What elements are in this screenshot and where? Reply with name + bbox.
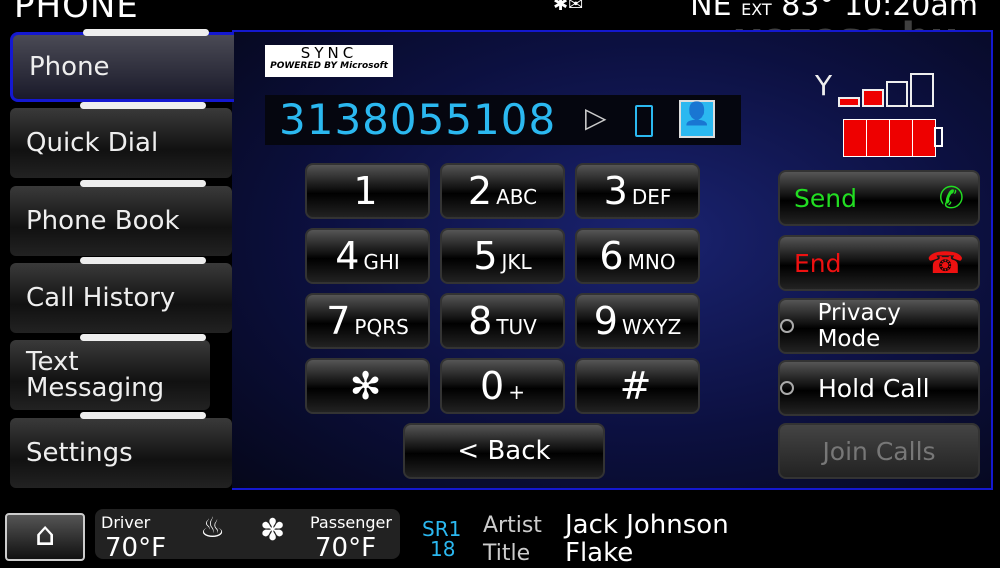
key-letters: GHI <box>363 250 400 274</box>
key-digit: ✻ <box>349 364 382 408</box>
logo-sub: POWERED BY Microsoft <box>270 61 388 71</box>
key-letters: + <box>508 380 525 404</box>
key-10[interactable]: ✻ <box>305 358 430 414</box>
artist-value: Jack Johnson <box>565 510 729 540</box>
sidebar-item-text-messaging[interactable]: Text Messaging <box>10 334 210 410</box>
battery-cell <box>912 119 936 157</box>
key-digit: 5 <box>473 234 498 278</box>
end-button[interactable]: End ☎ <box>778 235 980 291</box>
tab-label: Quick Dial <box>26 128 159 158</box>
key-letters: WXYZ <box>621 315 682 339</box>
title-value: Flake <box>565 538 634 568</box>
tab-label: Text Messaging <box>26 347 165 403</box>
antenna-icon: Y <box>815 69 833 102</box>
defrost-seat-icon: ♨ <box>200 511 226 544</box>
contact-icon[interactable]: 👤 <box>679 100 715 138</box>
battery-cell <box>843 119 867 157</box>
home-icon: ⌂ <box>34 515 56 553</box>
driver-label: Driver <box>101 513 151 532</box>
signal-bar <box>886 81 908 107</box>
battery-cell <box>889 119 913 157</box>
play-icon[interactable]: ▷ <box>585 101 607 134</box>
signal-bar <box>910 73 934 107</box>
phone-hangup-icon: ☎ <box>926 245 964 281</box>
join-calls-button[interactable]: Join Calls <box>778 423 980 479</box>
signal-bar <box>862 89 884 107</box>
bluetooth-icon: ✱ <box>553 0 569 15</box>
key-6[interactable]: 6 MNO <box>575 228 700 284</box>
key-11[interactable]: 0 + <box>440 358 565 414</box>
compass: NE <box>690 0 732 23</box>
bottom-bar: ⌂ Driver 70°F ♨ ✽ Passenger 70°F SR1 18 … <box>0 505 1000 568</box>
key-4[interactable]: 4 GHI <box>305 228 430 284</box>
sync-logo: SYNC POWERED BY Microsoft <box>265 45 393 77</box>
sidebar-item-call-history[interactable]: Call History <box>10 257 232 333</box>
key-digit: # <box>619 364 652 408</box>
key-digit: 1 <box>353 169 378 213</box>
key-letters: ABC <box>496 185 538 209</box>
key-2[interactable]: 2 ABC <box>440 163 565 219</box>
key-letters: TUV <box>496 315 537 339</box>
hold-label: Hold Call <box>818 373 930 403</box>
artist-label: Artist <box>483 513 542 538</box>
dialed-number: 3138055108 <box>279 95 557 144</box>
key-letters: MNO <box>627 250 676 274</box>
passenger-label: Passenger <box>310 513 392 532</box>
radio-channel: 18 <box>430 537 456 561</box>
key-digit: 6 <box>599 234 624 278</box>
key-digit: 2 <box>467 169 493 213</box>
sidebar-item-phone-book[interactable]: Phone Book <box>10 180 232 256</box>
battery-tip <box>934 127 943 147</box>
key-digit: 7 <box>326 299 351 343</box>
logo-brand: SYNC <box>300 44 358 62</box>
key-digit: 3 <box>603 169 628 213</box>
back-button[interactable]: < Back <box>403 423 605 479</box>
indicator-dot-icon <box>780 381 794 395</box>
key-letters: PQRS <box>354 315 409 339</box>
sidebar-item-phone[interactable]: Phone <box>10 29 234 102</box>
key-1[interactable]: 1 <box>305 163 430 219</box>
key-3[interactable]: 3 DEF <box>575 163 700 219</box>
sidebar-item-quick-dial[interactable]: Quick Dial <box>10 102 232 178</box>
key-digit: 4 <box>335 234 360 278</box>
number-display: 3138055108 ▷ 👤 <box>265 95 741 145</box>
mail-icon: ✉ <box>568 0 584 15</box>
key-9[interactable]: 9 WXYZ <box>575 293 700 349</box>
title-label: Title <box>483 541 531 566</box>
privacy-label: Privacy Mode <box>817 300 901 352</box>
send-label: Send <box>794 183 857 213</box>
screen-title: PHONE <box>14 0 139 26</box>
climate-panel[interactable]: Driver 70°F ♨ ✽ Passenger 70°F <box>95 509 400 563</box>
key-12[interactable]: # <box>575 358 700 414</box>
key-digit: 0 <box>480 364 505 408</box>
handset-device-icon <box>635 105 653 137</box>
key-8[interactable]: 8 TUV <box>440 293 565 349</box>
signal-bar <box>838 97 860 107</box>
sidebar-item-settings[interactable]: Settings <box>10 412 232 488</box>
fan-icon: ✽ <box>260 513 286 548</box>
hold-call-button[interactable]: Hold Call <box>778 360 980 416</box>
home-button[interactable]: ⌂ <box>5 513 85 561</box>
battery-cell <box>866 119 890 157</box>
phone-pickup-icon: ✆ <box>938 180 964 216</box>
end-label: End <box>794 248 842 278</box>
status-icons: ✱✉ <box>553 0 583 15</box>
key-7[interactable]: 7 PQRS <box>305 293 430 349</box>
tab-label: Call History <box>26 283 176 313</box>
key-letters: DEF <box>631 185 672 209</box>
key-digit: 9 <box>593 299 618 343</box>
key-digit: 8 <box>468 299 493 343</box>
tab-label: Settings <box>26 438 133 468</box>
key-5[interactable]: 5 JKL <box>440 228 565 284</box>
tab-label: Phone Book <box>26 206 180 236</box>
key-letters: JKL <box>501 250 532 274</box>
driver-temp: 70°F <box>105 533 167 563</box>
tab-label: Phone <box>29 52 110 82</box>
privacy-mode-button[interactable]: Privacy Mode <box>778 298 980 354</box>
send-button[interactable]: Send ✆ <box>778 170 980 226</box>
indicator-dot-icon <box>780 319 794 333</box>
passenger-temp: 70°F <box>315 533 377 563</box>
